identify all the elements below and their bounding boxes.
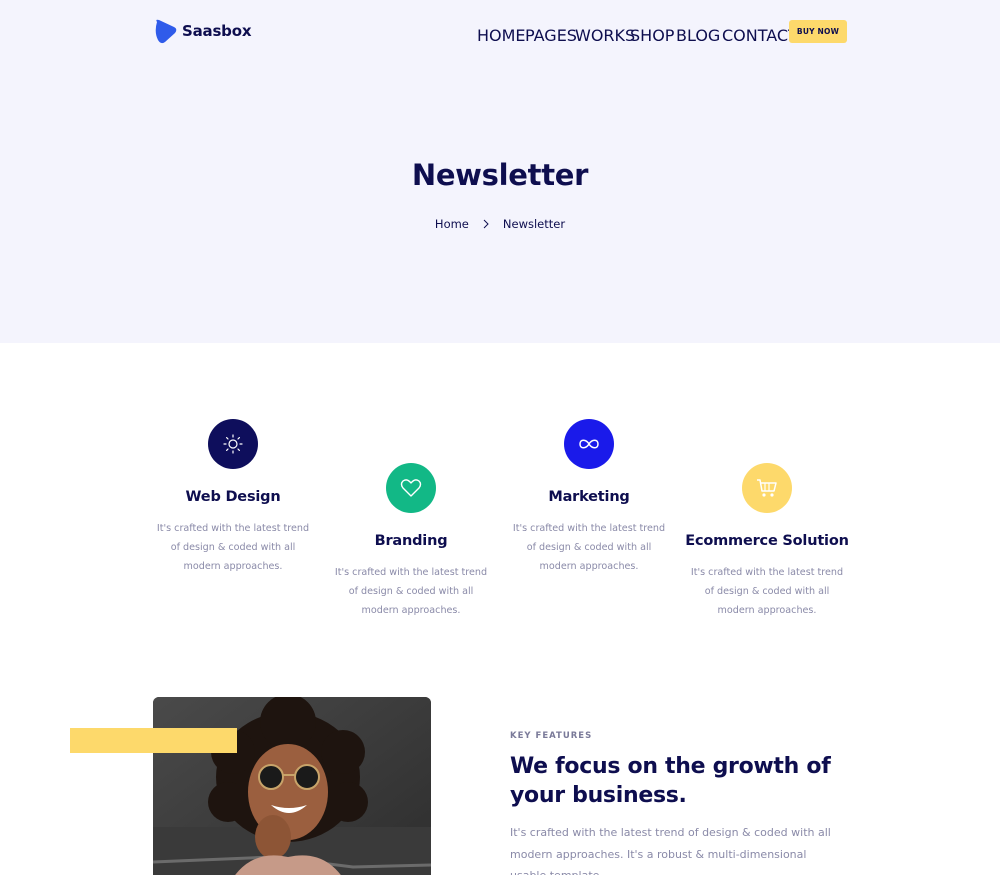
nav-home[interactable]: HOME bbox=[477, 26, 526, 45]
service-description: It's crafted with the latest trend of de… bbox=[690, 567, 844, 616]
nav-pages[interactable]: PAGES bbox=[525, 26, 577, 45]
section-title: We focus on the growth of your business. bbox=[510, 754, 831, 808]
logo-icon bbox=[155, 19, 177, 44]
nav-blog[interactable]: BLOG bbox=[676, 26, 720, 45]
service-title: Ecommerce Solution bbox=[685, 533, 849, 549]
service-title: Marketing bbox=[548, 489, 630, 505]
feature-photo bbox=[153, 697, 431, 875]
service-description: It's crafted with the latest trend of de… bbox=[156, 523, 310, 572]
service-icon-circle bbox=[208, 419, 258, 469]
hero-section: Saasbox HOME PAGES WORKS SHOP BLOG CONTA… bbox=[0, 0, 1000, 343]
section-description: It's crafted with the latest trend of de… bbox=[510, 826, 831, 875]
breadcrumb-home[interactable]: Home bbox=[435, 217, 469, 231]
service-icon-circle bbox=[386, 463, 436, 513]
service-card-web-design: Web Design It's crafted with the latest … bbox=[143, 419, 323, 576]
decorative-bar bbox=[70, 728, 237, 753]
service-description: It's crafted with the latest trend of de… bbox=[334, 567, 488, 616]
service-card-ecommerce: Ecommerce Solution It's crafted with the… bbox=[677, 463, 857, 620]
service-card-branding: Branding It's crafted with the latest tr… bbox=[321, 463, 501, 620]
service-title: Branding bbox=[374, 533, 448, 549]
nav-shop[interactable]: SHOP bbox=[630, 26, 674, 45]
service-icon-circle bbox=[564, 419, 614, 469]
brand-name: Saasbox bbox=[182, 22, 252, 40]
cart-icon bbox=[757, 479, 777, 497]
heart-icon bbox=[400, 479, 422, 497]
portrait-illustration bbox=[153, 697, 431, 875]
infinity-icon bbox=[579, 439, 599, 449]
service-icon-circle bbox=[742, 463, 792, 513]
nav-works[interactable]: WORKS bbox=[575, 26, 635, 45]
brand-logo[interactable]: Saasbox bbox=[153, 18, 251, 44]
breadcrumb-current: Newsletter bbox=[502, 217, 566, 231]
service-description: It's crafted with the latest trend of de… bbox=[512, 523, 666, 572]
page-title: Newsletter bbox=[411, 158, 589, 192]
chevron-right-icon bbox=[483, 219, 489, 229]
breadcrumb: Home Newsletter bbox=[0, 217, 1000, 231]
service-title: Web Design bbox=[185, 489, 281, 505]
sun-icon bbox=[223, 434, 243, 454]
section-label: KEY FEATURES bbox=[510, 731, 593, 741]
buy-now-button[interactable]: BUY NOW bbox=[789, 20, 847, 43]
nav-contact[interactable]: CONTACT bbox=[722, 26, 798, 45]
service-card-marketing: Marketing It's crafted with the latest t… bbox=[499, 419, 679, 576]
